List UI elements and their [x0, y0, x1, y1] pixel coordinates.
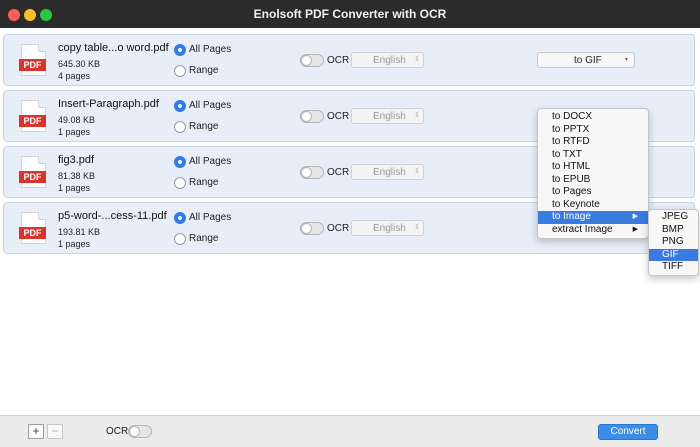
- menu-item-extract-image[interactable]: extract Image ▶: [538, 224, 648, 237]
- ocr-toggle[interactable]: [300, 110, 324, 123]
- title-bar: Enolsoft PDF Converter with OCR: [0, 0, 700, 28]
- image-submenu: JPEG BMP PNG GIF TIFF: [648, 209, 699, 276]
- pdf-badge: PDF: [19, 59, 46, 71]
- global-ocr-toggle[interactable]: [128, 425, 152, 438]
- all-pages-radio[interactable]: All Pages: [174, 44, 254, 58]
- updown-icon: ⇕: [414, 112, 420, 119]
- format-menu: to DOCX to PPTX to RTFD to TXT to HTML t…: [537, 108, 649, 239]
- menu-item-to-epub[interactable]: to EPUB: [538, 174, 648, 187]
- submenu-arrow-icon: ▶: [632, 213, 638, 220]
- submenu-item-bmp[interactable]: BMP: [649, 224, 698, 237]
- convert-button[interactable]: Convert: [598, 424, 658, 440]
- range-radio[interactable]: Range: [174, 65, 254, 79]
- pdf-badge: PDF: [19, 171, 46, 183]
- global-ocr-label: OCR: [106, 426, 129, 437]
- ocr-toggle[interactable]: [300, 222, 324, 235]
- language-select[interactable]: English ⇕: [351, 164, 424, 180]
- ocr-label: OCR: [327, 111, 350, 122]
- menu-item-to-rtfd[interactable]: to RTFD: [538, 136, 648, 149]
- all-pages-radio[interactable]: All Pages: [174, 100, 254, 114]
- pdf-file-icon: PDF: [19, 100, 46, 132]
- pdf-badge: PDF: [19, 227, 46, 239]
- file-name: p5-word-...cess-11.pdf: [58, 210, 167, 222]
- format-select[interactable]: to GIF ▾: [537, 52, 635, 68]
- ocr-label: OCR: [327, 55, 350, 66]
- file-size: 81.38 KB: [58, 171, 96, 181]
- ocr-label: OCR: [327, 167, 350, 178]
- ocr-label: OCR: [327, 223, 350, 234]
- all-pages-radio[interactable]: All Pages: [174, 212, 254, 226]
- all-pages-radio[interactable]: All Pages: [174, 156, 254, 170]
- file-name: copy table...o word.pdf: [58, 42, 169, 54]
- remove-file-button[interactable]: −: [47, 424, 63, 439]
- page-count: 1 pages: [58, 239, 91, 249]
- pdf-file-icon: PDF: [19, 44, 46, 76]
- menu-item-to-docx[interactable]: to DOCX: [538, 111, 648, 124]
- file-row: PDF copy table...o word.pdf 645.30 KB 4 …: [3, 34, 695, 86]
- language-select[interactable]: English ⇕: [351, 220, 424, 236]
- page-count: 4 pages: [58, 71, 91, 81]
- chevron-down-icon: ▾: [624, 57, 628, 63]
- range-radio[interactable]: Range: [174, 121, 254, 135]
- menu-item-to-txt[interactable]: to TXT: [538, 149, 648, 162]
- range-radio[interactable]: Range: [174, 177, 254, 191]
- submenu-item-gif[interactable]: GIF: [649, 248, 698, 261]
- add-file-button[interactable]: +: [28, 424, 44, 439]
- file-size: 193.81 KB: [58, 227, 101, 237]
- page-count: 1 pages: [58, 183, 91, 193]
- submenu-item-tiff[interactable]: TIFF: [649, 261, 698, 274]
- file-name: fig3.pdf: [58, 154, 95, 166]
- ocr-toggle[interactable]: [300, 54, 324, 67]
- file-name: Insert-Paragraph.pdf: [58, 98, 159, 110]
- bottom-toolbar: + − OCR Convert: [0, 415, 700, 447]
- submenu-item-jpeg[interactable]: JPEG: [649, 211, 698, 224]
- window-title: Enolsoft PDF Converter with OCR: [253, 7, 447, 21]
- updown-icon: ⇕: [414, 168, 420, 175]
- range-radio[interactable]: Range: [174, 233, 254, 247]
- menu-item-to-keynote[interactable]: to Keynote: [538, 199, 648, 212]
- menu-item-to-image[interactable]: to Image ▶: [538, 211, 648, 224]
- language-select[interactable]: English ⇕: [351, 52, 424, 68]
- file-size: 49.08 KB: [58, 115, 96, 125]
- submenu-item-png[interactable]: PNG: [649, 236, 698, 249]
- pdf-file-icon: PDF: [19, 212, 46, 244]
- updown-icon: ⇕: [414, 224, 420, 231]
- page-count: 1 pages: [58, 127, 91, 137]
- language-select[interactable]: English ⇕: [351, 108, 424, 124]
- menu-item-to-html[interactable]: to HTML: [538, 161, 648, 174]
- file-size: 645.30 KB: [58, 59, 101, 69]
- menu-item-to-pptx[interactable]: to PPTX: [538, 124, 648, 137]
- menu-item-to-pages[interactable]: to Pages: [538, 186, 648, 199]
- submenu-arrow-icon: ▶: [632, 225, 638, 233]
- pdf-badge: PDF: [19, 115, 46, 127]
- pdf-file-icon: PDF: [19, 156, 46, 188]
- updown-icon: ⇕: [414, 56, 420, 63]
- ocr-toggle[interactable]: [300, 166, 324, 179]
